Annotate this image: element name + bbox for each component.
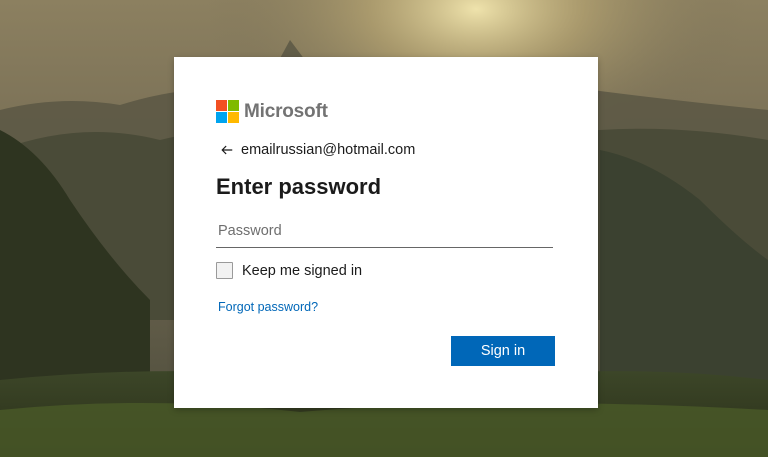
forgot-password-link[interactable]: Forgot password?: [218, 300, 318, 314]
logo-square-blue: [216, 112, 227, 123]
identity-banner[interactable]: emailrussian@hotmail.com: [220, 142, 415, 158]
keep-signed-in-label: Keep me signed in: [242, 262, 363, 279]
keep-signed-in-checkbox[interactable]: [216, 262, 233, 279]
account-email: emailrussian@hotmail.com: [241, 142, 416, 158]
signin-card: Microsoft emailrussian@hotmail.com Enter…: [174, 57, 598, 408]
logo-square-green: [228, 100, 239, 111]
password-input[interactable]: [216, 217, 553, 245]
microsoft-logo: Microsoft: [216, 100, 328, 123]
logo-square-yellow: [228, 112, 239, 123]
password-field-container: [216, 217, 553, 248]
page-title: Enter password: [216, 174, 382, 199]
arrow-left-icon[interactable]: [220, 143, 234, 157]
brand-name: Microsoft: [244, 100, 328, 122]
microsoft-logo-icon: [216, 100, 239, 123]
signin-button[interactable]: Sign in: [451, 336, 555, 366]
logo-square-red: [216, 100, 227, 111]
keep-signed-in-option[interactable]: Keep me signed in: [216, 262, 362, 279]
